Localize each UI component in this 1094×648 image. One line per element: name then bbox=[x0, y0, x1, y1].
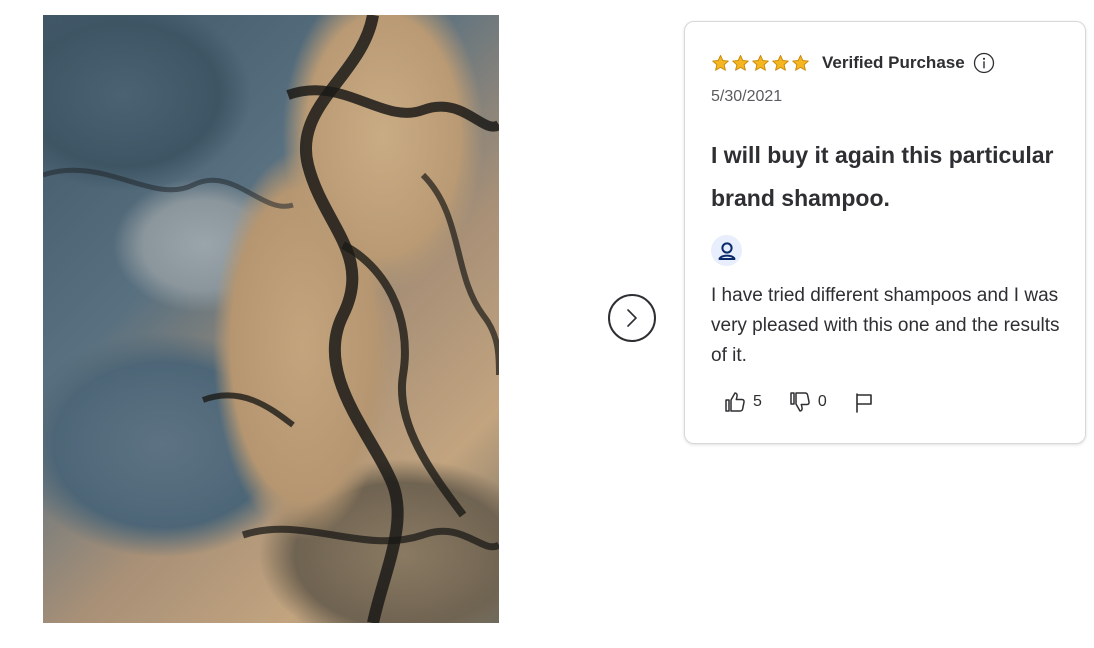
star-icon bbox=[752, 54, 769, 71]
photo-pattern bbox=[43, 15, 499, 623]
verified-purchase-label: Verified Purchase bbox=[822, 53, 965, 72]
helpful-button[interactable]: 5 bbox=[723, 390, 762, 414]
review-card: Verified Purchase 5/30/2021 I will buy i… bbox=[684, 21, 1086, 444]
review-feedback-bar: 5 0 bbox=[723, 390, 901, 414]
chevron-right-icon bbox=[627, 309, 637, 327]
star-icon bbox=[712, 54, 729, 71]
user-icon bbox=[718, 241, 735, 260]
star-icon bbox=[792, 54, 809, 71]
helpful-count: 5 bbox=[753, 393, 762, 410]
star-rating bbox=[711, 54, 810, 73]
star-icon bbox=[732, 54, 749, 71]
reviewer-avatar bbox=[711, 235, 742, 266]
thumbs-up-icon bbox=[725, 392, 745, 412]
review-date: 5/30/2021 bbox=[711, 88, 783, 105]
star-icon bbox=[772, 54, 789, 71]
review-photo[interactable] bbox=[43, 15, 499, 623]
report-review-button[interactable] bbox=[853, 391, 875, 413]
not-helpful-count: 0 bbox=[817, 393, 827, 410]
not-helpful-button[interactable]: 0 bbox=[788, 390, 827, 414]
thumbs-down-icon bbox=[790, 392, 810, 412]
review-title: I will buy it again this particular bran… bbox=[711, 142, 1054, 211]
carousel-next-button[interactable] bbox=[608, 294, 656, 342]
rating-row: Verified Purchase bbox=[711, 52, 995, 74]
review-media-viewer: Verified Purchase 5/30/2021 I will buy i… bbox=[0, 0, 1094, 648]
review-body: I have tried different shampoos and I wa… bbox=[711, 285, 1060, 366]
flag-icon bbox=[856, 393, 872, 413]
info-icon[interactable] bbox=[973, 52, 995, 74]
